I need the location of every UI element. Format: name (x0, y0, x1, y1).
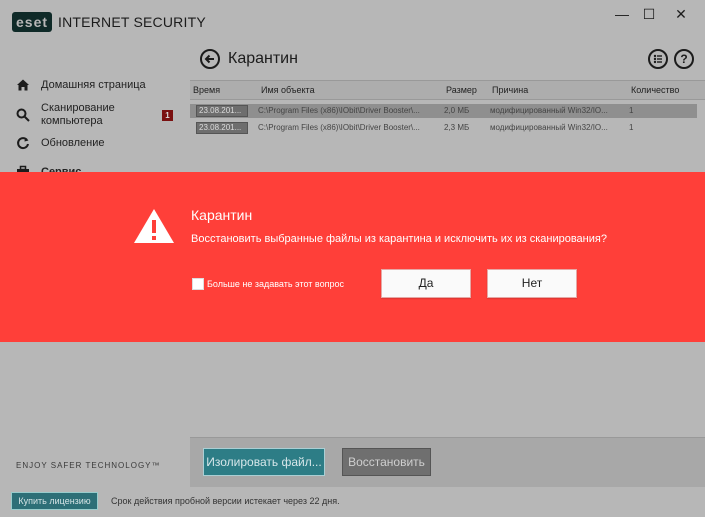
isolate-file-button[interactable]: Изолировать файл... (203, 448, 325, 476)
product-name: INTERNET SECURITY (58, 14, 206, 30)
cell-size: 2,3 МБ (444, 123, 470, 132)
restore-confirmation-dialog: Карантин Восстановить выбранные файлы из… (0, 172, 705, 342)
tagline: ENJOY SAFER TECHNOLOGY™ (16, 461, 161, 470)
action-bar: Изолировать файл... Восстановить (190, 437, 705, 487)
sidebar-item-scan[interactable]: Сканирование компьютера 1 (0, 100, 190, 130)
cell-name: C:\Program Files (x86)\IObit\Driver Boos… (258, 123, 420, 132)
back-button[interactable] (200, 49, 220, 69)
column-header[interactable]: Имя объекта (261, 85, 315, 95)
logo-mark: eset (12, 12, 53, 32)
sidebar-item-label: Домашняя страница (41, 78, 146, 91)
yes-button[interactable]: Да (381, 269, 471, 298)
table-row[interactable]: 23.08.201... C:\Program Files (x86)\IObi… (190, 121, 697, 135)
arrow-left-icon (204, 54, 214, 64)
buy-license-button[interactable]: Купить лицензию (11, 492, 98, 510)
dont-ask-again-checkbox[interactable]: Больше не задавать этот вопрос (192, 278, 344, 290)
restore-button[interactable]: Восстановить (342, 448, 431, 476)
question-icon: ? (680, 52, 688, 66)
list-icon (653, 54, 662, 64)
warning-icon (134, 209, 174, 243)
sidebar-item-home[interactable]: Домашняя страница (0, 71, 190, 99)
cell-count: 1 (629, 123, 634, 132)
checkbox-box[interactable] (192, 278, 204, 290)
close-button[interactable]: ✕ (670, 4, 692, 24)
dialog-title: Карантин (191, 207, 253, 223)
minimize-button[interactable]: — (611, 4, 633, 24)
scan-alert-badge: 1 (162, 109, 173, 121)
cell-count: 1 (629, 106, 634, 115)
status-bar: Купить лицензию Срок действия пробной ве… (0, 489, 705, 517)
sidebar-item-label: Обновление (41, 136, 105, 149)
cell-name: C:\Program Files (x86)\IObit\Driver Boos… (258, 106, 420, 115)
search-icon (16, 108, 30, 122)
cell-size: 2,0 МБ (444, 106, 470, 115)
page-header: Карантин ? (190, 44, 705, 78)
no-button[interactable]: Нет (487, 269, 577, 298)
table-header: Время Имя объекта Размер Причина Количес… (190, 80, 705, 100)
column-header[interactable]: Размер (446, 85, 477, 95)
page-title: Карантин (228, 50, 298, 67)
help-button[interactable]: ? (674, 49, 694, 69)
cell-reason: модифицированный Win32/IO... (490, 106, 608, 115)
list-view-button[interactable] (648, 49, 668, 69)
sidebar-item-update[interactable]: Обновление (0, 129, 190, 157)
trial-status-text: Срок действия пробной версии истекает че… (111, 496, 340, 506)
refresh-icon (17, 137, 29, 150)
eset-logo: eset INTERNET SECURITY (12, 12, 206, 32)
column-header[interactable]: Время (193, 85, 220, 95)
sidebar-item-label: Сканирование компьютера (41, 102, 115, 127)
cell-time: 23.08.201... (196, 105, 248, 117)
maximize-button[interactable]: ☐ (638, 4, 660, 24)
column-header[interactable]: Причина (492, 85, 528, 95)
table-row[interactable]: 23.08.201... C:\Program Files (x86)\IObi… (190, 104, 697, 118)
column-header[interactable]: Количество (631, 85, 679, 95)
title-bar: eset INTERNET SECURITY — ☐ ✕ (0, 0, 705, 44)
home-icon (17, 79, 29, 91)
dialog-message: Восстановить выбранные файлы из карантин… (191, 233, 607, 245)
cell-time: 23.08.201... (196, 122, 248, 134)
checkbox-label: Больше не задавать этот вопрос (207, 279, 344, 289)
cell-reason: модифицированный Win32/IO... (490, 123, 608, 132)
